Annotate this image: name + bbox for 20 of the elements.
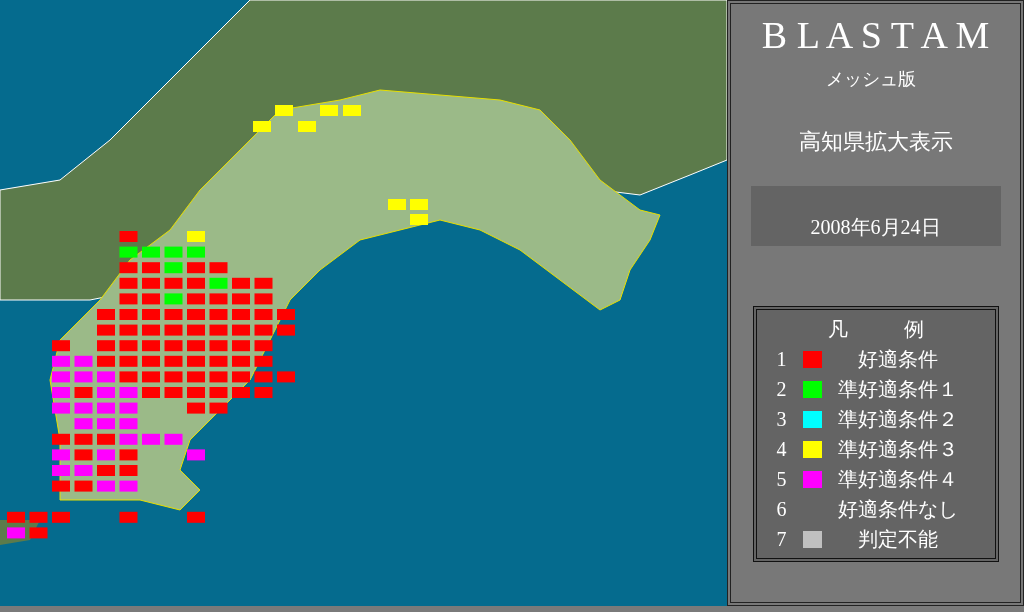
legend-number: 2 <box>776 377 788 402</box>
app-title: B L A S T A M <box>761 16 990 54</box>
legend-label: 好適条件なし <box>837 497 959 522</box>
legend-label: 準好適条件２ <box>837 407 959 432</box>
legend-number: 5 <box>776 467 788 492</box>
legend-label: 好適条件 <box>857 347 939 372</box>
legend-number: 3 <box>776 407 788 432</box>
legend-label: 判定不能 <box>857 527 939 552</box>
legend-label: 準好適条件３ <box>837 437 959 462</box>
legend-number: 7 <box>776 527 788 552</box>
view-label: 高知県拡大表示 <box>798 128 953 156</box>
legend-number: 6 <box>776 497 788 522</box>
legend-title: 凡 <box>827 317 848 342</box>
legend-label: 準好適条件１ <box>837 377 959 402</box>
legend-title: 例 <box>903 317 924 342</box>
legend-number: 1 <box>776 347 788 372</box>
date-panel: 2008年6月24日 <box>750 186 1001 246</box>
legend-number: 4 <box>776 437 788 462</box>
edition-label: メッシュ版 <box>825 68 916 91</box>
legend-label: 準好適条件４ <box>837 467 959 492</box>
